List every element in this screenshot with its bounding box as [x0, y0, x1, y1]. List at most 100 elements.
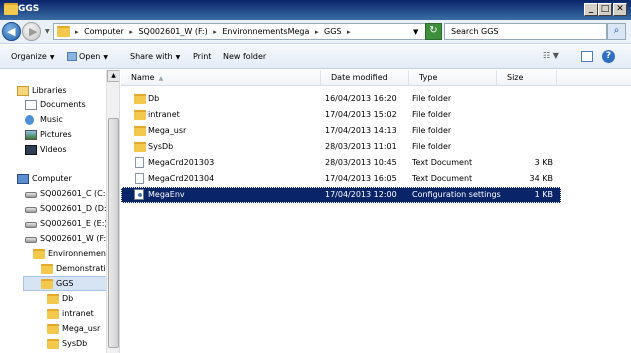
file-row[interactable]: MegaCrd201303 28/03/2013 10:45 Text Docu…: [121, 155, 561, 171]
folder-icon: [134, 142, 146, 152]
chevron-down-icon[interactable]: ▼: [413, 28, 418, 36]
computer-icon: [17, 174, 29, 184]
preview-pane-button[interactable]: [581, 51, 593, 62]
address-bar: ◀ ▶ ▼ ▸ Computer ▸ SQ002601_W (F:) ▸ Env…: [0, 20, 631, 44]
file-size: 34 KB: [529, 174, 553, 183]
arrow-right-icon: ▶: [29, 25, 38, 38]
print-button[interactable]: Print: [193, 52, 211, 61]
sort-ascending-icon: ▲: [158, 75, 164, 82]
organize-button[interactable]: Organize ▼: [11, 52, 54, 61]
file-type: Configuration settings: [412, 190, 501, 199]
nav-scrollbar[interactable]: ▲: [106, 70, 119, 353]
address-box[interactable]: ▸ Computer ▸ SQ002601_W (F:) ▸ Environne…: [53, 23, 427, 40]
title-bar: GGS _ □ ✕: [0, 0, 631, 20]
folder-icon: [4, 3, 18, 15]
window-title: GGS: [18, 4, 40, 14]
file-row-selected[interactable]: MegaEnv 17/04/2013 12:00 Configuration s…: [121, 187, 561, 203]
file-type: File folder: [412, 126, 452, 135]
file-name: MegaCrd201303: [148, 158, 215, 167]
drive-icon: [25, 192, 37, 198]
folder-icon: [47, 324, 59, 334]
chevron-down-icon: ▼: [103, 54, 108, 61]
maximize-button[interactable]: □: [598, 3, 612, 16]
file-date: 17/04/2013 15:02: [325, 110, 397, 119]
file-date: 28/03/2013 10:45: [325, 158, 397, 167]
open-button[interactable]: Open ▼: [67, 52, 108, 61]
recent-pages-dropdown[interactable]: ▼: [45, 28, 50, 35]
breadcrumb: ▸ Computer ▸ SQ002601_W (F:) ▸ Environne…: [75, 27, 351, 36]
file-name: intranet: [148, 110, 180, 119]
column-header-name[interactable]: Name ▲: [121, 70, 321, 86]
chevron-down-icon: ▼: [552, 51, 559, 60]
folder-icon: [41, 264, 53, 274]
breadcrumb-drive[interactable]: SQ002601_W (F:): [138, 27, 207, 36]
search-button[interactable]: ⌕: [607, 23, 626, 40]
arrow-left-icon: ◀: [7, 25, 16, 38]
libraries-icon: [17, 86, 29, 96]
file-row[interactable]: Mega_usr 17/04/2013 14:13 File folder: [121, 123, 561, 139]
file-type: File folder: [412, 110, 452, 119]
change-view-button[interactable]: ☷ ▼: [543, 51, 559, 60]
new-folder-button[interactable]: New folder: [223, 52, 266, 61]
breadcrumb-computer[interactable]: Computer: [84, 27, 124, 36]
file-row[interactable]: SysDb 28/03/2013 11:01 File folder: [121, 139, 561, 155]
help-icon: ?: [605, 51, 612, 61]
file-name: SysDb: [148, 142, 174, 151]
file-date: 17/04/2013 12:00: [325, 190, 397, 199]
folder-icon: [47, 294, 59, 304]
command-bar: Organize ▼ Open ▼ Share with ▼ Print New fo…: [0, 45, 631, 69]
breadcrumb-envmega[interactable]: EnvironnementsMega: [222, 27, 309, 36]
breadcrumb-ggs[interactable]: GGS: [324, 27, 341, 36]
folder-icon: [134, 126, 146, 136]
open-icon: [67, 52, 77, 61]
refresh-button[interactable]: ↻: [425, 23, 442, 40]
pictures-icon: [25, 130, 37, 140]
forward-button[interactable]: ▶: [22, 22, 41, 41]
file-type: Text Document: [412, 158, 473, 167]
folder-icon: [134, 110, 146, 120]
file-list: Name ▲ Date modified Type Size Db 16/04/2…: [121, 70, 631, 353]
column-headers: Name ▲ Date modified Type Size: [121, 70, 631, 86]
folder-icon: [33, 249, 45, 259]
music-icon: [25, 115, 34, 125]
chevron-down-icon: ▼: [49, 54, 55, 61]
column-header-type[interactable]: Type: [409, 70, 497, 86]
refresh-icon: ↻: [429, 25, 438, 36]
file-name: Db: [148, 94, 160, 103]
drive-icon: [25, 237, 37, 243]
column-header-date-modified[interactable]: Date modified: [321, 70, 409, 86]
file-date: 17/04/2013 14:13: [325, 126, 397, 135]
file-size: 3 KB: [534, 158, 553, 167]
file-size: 1 KB: [534, 190, 553, 199]
close-button[interactable]: ✕: [613, 3, 627, 16]
scroll-up-button[interactable]: ▲: [107, 70, 119, 82]
search-icon: ⌕: [613, 25, 620, 36]
share-with-button[interactable]: Share with ▼: [130, 52, 180, 61]
file-row[interactable]: intranet 17/04/2013 15:02 File folder: [121, 107, 561, 123]
file-row[interactable]: MegaCrd201304 17/04/2013 16:05 Text Docu…: [121, 171, 561, 187]
file-name: MegaEnv: [148, 190, 185, 199]
text-document-icon: [135, 173, 144, 184]
column-header-size[interactable]: Size: [497, 70, 557, 86]
folder-icon: [57, 26, 70, 37]
views-icon: ☷: [543, 51, 551, 60]
open-label: Open: [79, 52, 101, 61]
videos-icon: [25, 145, 37, 155]
scroll-thumb[interactable]: [108, 118, 119, 348]
file-name: MegaCrd201304: [148, 174, 215, 183]
folder-icon: [41, 279, 53, 289]
file-type: File folder: [412, 94, 452, 103]
text-document-icon: [135, 157, 144, 168]
help-button[interactable]: ?: [602, 50, 615, 63]
drive-icon: [25, 222, 37, 228]
drive-icon: [25, 207, 37, 213]
file-name: Mega_usr: [148, 126, 187, 135]
back-button[interactable]: ◀: [2, 22, 21, 41]
minimize-button[interactable]: _: [584, 3, 598, 16]
chevron-down-icon: ▼: [175, 54, 181, 61]
search-placeholder: Search GGS: [451, 27, 499, 36]
file-row[interactable]: Db 16/04/2013 16:20 File folder: [121, 91, 561, 107]
file-type: File folder: [412, 142, 452, 151]
folder-icon: [47, 339, 59, 349]
search-input[interactable]: Search GGS: [444, 23, 607, 40]
